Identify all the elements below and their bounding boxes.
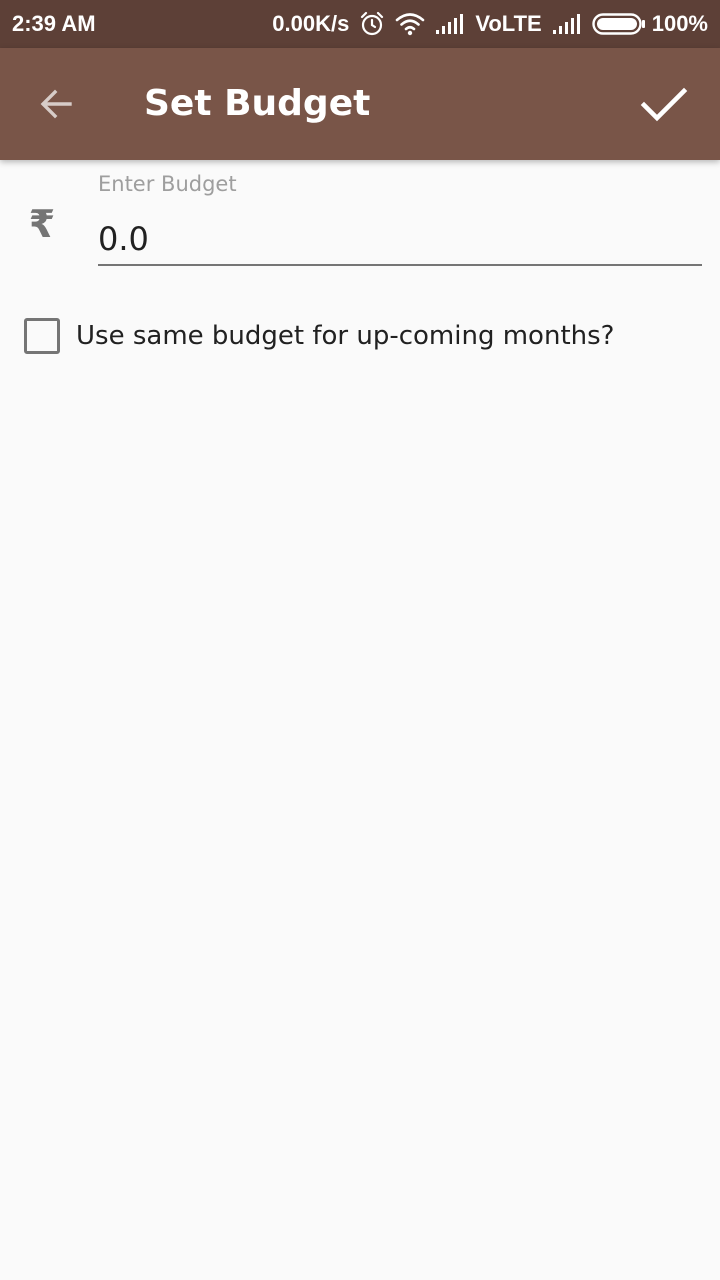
budget-field-label: Enter Budget <box>98 172 237 196</box>
network-type: VoLTE <box>475 11 542 36</box>
repeat-budget-label: Use same budget for up-coming months? <box>76 321 615 351</box>
signal-icon <box>552 13 582 35</box>
status-icons: 0.00K/s VoLTE 100% <box>272 10 708 38</box>
signal-icon <box>435 13 465 35</box>
wifi-icon <box>395 12 425 36</box>
budget-input[interactable] <box>98 214 702 266</box>
status-bar: 2:39 AM 0.00K/s VoLTE 100% <box>0 0 720 48</box>
alarm-icon <box>359 11 385 37</box>
back-button[interactable] <box>28 76 84 132</box>
battery-icon <box>592 13 646 35</box>
save-button[interactable] <box>632 72 696 136</box>
page-title: Set Budget <box>144 83 371 124</box>
app-bar: Set Budget <box>0 48 720 160</box>
arrow-back-icon <box>40 89 72 119</box>
repeat-budget-checkbox[interactable] <box>24 318 60 354</box>
status-time: 2:39 AM <box>12 11 96 36</box>
rupee-icon: ₹ <box>28 202 56 246</box>
battery-status: 100% <box>592 10 708 38</box>
network-speed: 0.00K/s <box>272 11 350 36</box>
battery-percent: 100% <box>651 11 708 36</box>
check-icon <box>640 87 688 122</box>
repeat-budget-option[interactable]: Use same budget for up-coming months? <box>24 316 614 356</box>
